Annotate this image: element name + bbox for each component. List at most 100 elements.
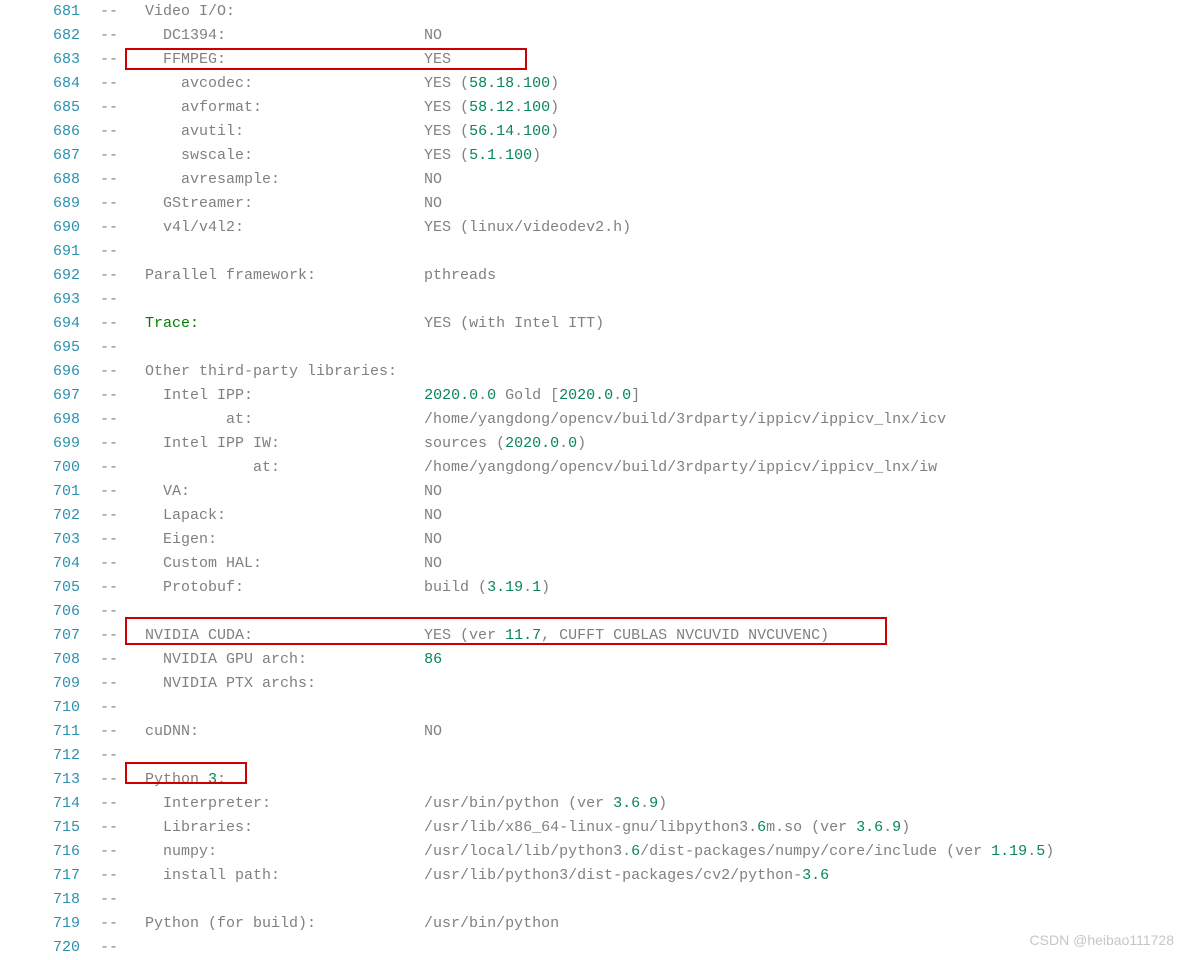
line-content: -- avresample: NO (100, 168, 1186, 192)
line-number: 711 (0, 720, 100, 744)
code-line: 709-- NVIDIA PTX archs: (0, 672, 1186, 696)
line-number: 693 (0, 288, 100, 312)
code-line: 692-- Parallel framework: pthreads (0, 264, 1186, 288)
line-content: -- (100, 240, 1186, 264)
line-content: -- Video I/O: (100, 0, 1186, 24)
line-number: 702 (0, 504, 100, 528)
line-number: 695 (0, 336, 100, 360)
line-content: -- (100, 888, 1186, 912)
line-content: -- NVIDIA CUDA: YES (ver 11.7, CUFFT CUB… (100, 624, 1186, 648)
line-number: 719 (0, 912, 100, 936)
code-line: 715-- Libraries: /usr/lib/x86_64-linux-g… (0, 816, 1186, 840)
code-line: 701-- VA: NO (0, 480, 1186, 504)
line-content: -- (100, 696, 1186, 720)
line-content: -- Interpreter: /usr/bin/python (ver 3.6… (100, 792, 1186, 816)
code-line: 719-- Python (for build): /usr/bin/pytho… (0, 912, 1186, 936)
code-line: 686-- avutil: YES (56.14.100) (0, 120, 1186, 144)
code-line: 689-- GStreamer: NO (0, 192, 1186, 216)
line-content: -- Libraries: /usr/lib/x86_64-linux-gnu/… (100, 816, 1186, 840)
code-line: 712-- (0, 744, 1186, 768)
line-content: -- Intel IPP: 2020.0.0 Gold [2020.0.0] (100, 384, 1186, 408)
line-number: 706 (0, 600, 100, 624)
line-content: -- (100, 744, 1186, 768)
line-number: 714 (0, 792, 100, 816)
line-content: -- Intel IPP IW: sources (2020.0.0) (100, 432, 1186, 456)
line-content: -- Parallel framework: pthreads (100, 264, 1186, 288)
line-number: 700 (0, 456, 100, 480)
line-content: -- at: /home/yangdong/opencv/build/3rdpa… (100, 456, 1186, 480)
line-number: 684 (0, 72, 100, 96)
code-line: 681-- Video I/O: (0, 0, 1186, 24)
code-line: 688-- avresample: NO (0, 168, 1186, 192)
line-number: 718 (0, 888, 100, 912)
code-line: 693-- (0, 288, 1186, 312)
code-line: 682-- DC1394: NO (0, 24, 1186, 48)
line-number: 713 (0, 768, 100, 792)
line-content: -- VA: NO (100, 480, 1186, 504)
code-line: 694-- Trace: YES (with Intel ITT) (0, 312, 1186, 336)
line-content: -- swscale: YES (5.1.100) (100, 144, 1186, 168)
line-number: 709 (0, 672, 100, 696)
line-number: 715 (0, 816, 100, 840)
code-line: 707-- NVIDIA CUDA: YES (ver 11.7, CUFFT … (0, 624, 1186, 648)
line-number: 685 (0, 96, 100, 120)
line-content: -- GStreamer: NO (100, 192, 1186, 216)
line-number: 717 (0, 864, 100, 888)
line-number: 712 (0, 744, 100, 768)
code-line: 683-- FFMPEG: YES (0, 48, 1186, 72)
line-number: 704 (0, 552, 100, 576)
code-line: 716-- numpy: /usr/local/lib/python3.6/di… (0, 840, 1186, 864)
line-content: -- DC1394: NO (100, 24, 1186, 48)
code-line: 699-- Intel IPP IW: sources (2020.0.0) (0, 432, 1186, 456)
line-content: -- (100, 600, 1186, 624)
line-content: -- NVIDIA PTX archs: (100, 672, 1186, 696)
code-line: 713-- Python 3: (0, 768, 1186, 792)
line-content: -- (100, 288, 1186, 312)
code-line: 695-- (0, 336, 1186, 360)
code-line: 702-- Lapack: NO (0, 504, 1186, 528)
code-line: 691-- (0, 240, 1186, 264)
line-content: -- Trace: YES (with Intel ITT) (100, 312, 1186, 336)
line-content: -- cuDNN: NO (100, 720, 1186, 744)
code-line: 687-- swscale: YES (5.1.100) (0, 144, 1186, 168)
line-content: -- (100, 336, 1186, 360)
code-line: 705-- Protobuf: build (3.19.1) (0, 576, 1186, 600)
code-line: 696-- Other third-party libraries: (0, 360, 1186, 384)
line-number: 686 (0, 120, 100, 144)
code-block: 681-- Video I/O:682-- DC1394: NO683-- FF… (0, 0, 1186, 960)
code-line: 703-- Eigen: NO (0, 528, 1186, 552)
code-line: 717-- install path: /usr/lib/python3/dis… (0, 864, 1186, 888)
line-number: 716 (0, 840, 100, 864)
code-line: 685-- avformat: YES (58.12.100) (0, 96, 1186, 120)
code-line: 710-- (0, 696, 1186, 720)
line-number: 696 (0, 360, 100, 384)
line-number: 707 (0, 624, 100, 648)
line-number: 708 (0, 648, 100, 672)
line-number: 692 (0, 264, 100, 288)
line-number: 698 (0, 408, 100, 432)
code-line: 711-- cuDNN: NO (0, 720, 1186, 744)
line-content: -- at: /home/yangdong/opencv/build/3rdpa… (100, 408, 1186, 432)
line-number: 691 (0, 240, 100, 264)
line-content: -- FFMPEG: YES (100, 48, 1186, 72)
code-line: 706-- (0, 600, 1186, 624)
code-line: 690-- v4l/v4l2: YES (linux/videodev2.h) (0, 216, 1186, 240)
line-content: -- install path: /usr/lib/python3/dist-p… (100, 864, 1186, 888)
line-number: 710 (0, 696, 100, 720)
line-number: 703 (0, 528, 100, 552)
line-number: 682 (0, 24, 100, 48)
line-content: -- Custom HAL: NO (100, 552, 1186, 576)
line-content: -- avformat: YES (58.12.100) (100, 96, 1186, 120)
code-line: 714-- Interpreter: /usr/bin/python (ver … (0, 792, 1186, 816)
line-content: -- Eigen: NO (100, 528, 1186, 552)
line-content: -- Lapack: NO (100, 504, 1186, 528)
line-content: -- avcodec: YES (58.18.100) (100, 72, 1186, 96)
code-line: 700-- at: /home/yangdong/opencv/build/3r… (0, 456, 1186, 480)
code-line: 720-- (0, 936, 1186, 960)
line-content: -- Python 3: (100, 768, 1186, 792)
line-content: -- NVIDIA GPU arch: 86 (100, 648, 1186, 672)
line-number: 697 (0, 384, 100, 408)
code-line: 704-- Custom HAL: NO (0, 552, 1186, 576)
code-line: 698-- at: /home/yangdong/opencv/build/3r… (0, 408, 1186, 432)
line-number: 689 (0, 192, 100, 216)
